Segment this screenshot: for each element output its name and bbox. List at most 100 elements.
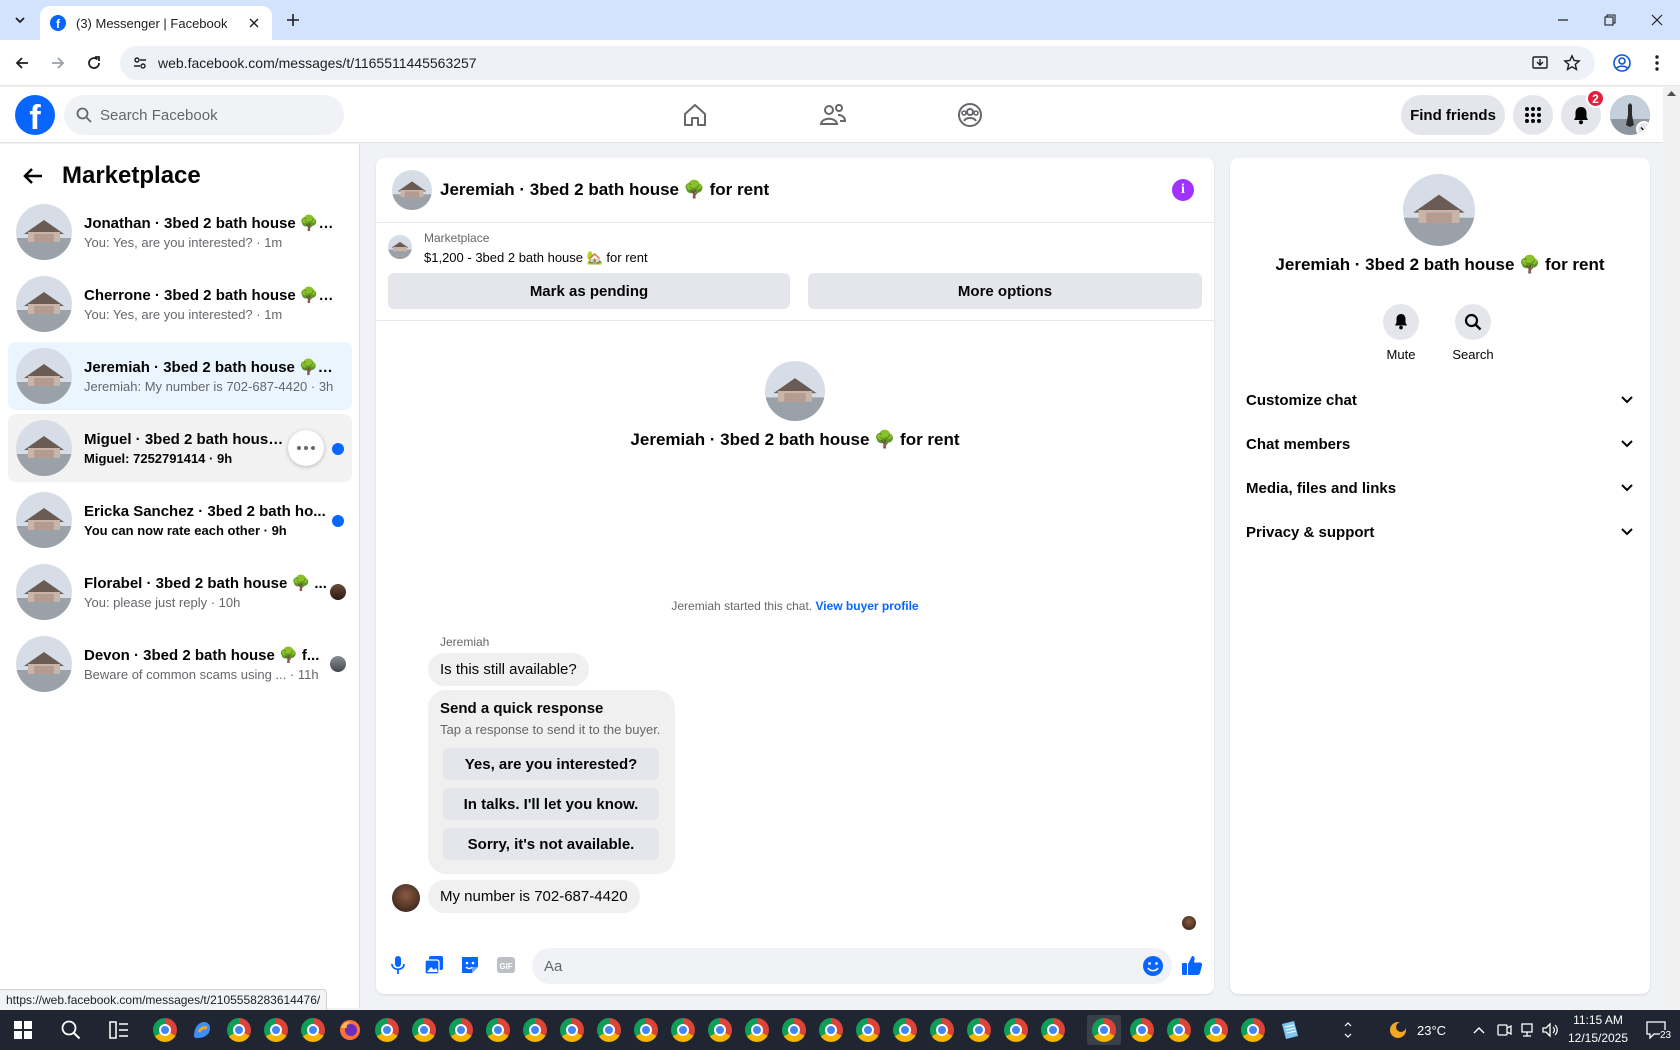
conversation-item-jonathan[interactable]: Jonathan · 3bed 2 bath house 🌳 f... You:… bbox=[8, 198, 352, 266]
taskbar-scroll-icon[interactable] bbox=[1341, 1015, 1355, 1045]
chrome-taskbar-icon[interactable] bbox=[1038, 1015, 1068, 1045]
chrome-taskbar-icon[interactable] bbox=[631, 1015, 661, 1045]
conversation-item-jeremiah[interactable]: Jeremiah · 3bed 2 bath house 🌳 f... Jere… bbox=[8, 342, 352, 410]
chrome-taskbar-icon[interactable] bbox=[520, 1015, 550, 1045]
browser-tab[interactable]: f (3) Messenger | Facebook bbox=[40, 6, 272, 40]
more-options-button[interactable]: More options bbox=[808, 273, 1202, 309]
chrome-taskbar-icon[interactable] bbox=[224, 1015, 254, 1045]
chrome-taskbar-icon[interactable] bbox=[853, 1015, 883, 1045]
weather-icon[interactable] bbox=[1383, 1015, 1413, 1045]
search-action[interactable]: Search bbox=[1433, 304, 1513, 362]
mark-as-pending-button[interactable]: Mark as pending bbox=[388, 273, 790, 309]
quick-reply-talks-button[interactable]: In talks. I'll let you know. bbox=[443, 788, 659, 820]
install-app-icon[interactable] bbox=[1529, 52, 1551, 74]
emoji-icon[interactable] bbox=[1142, 955, 1164, 977]
chat-title[interactable]: Jeremiah · 3bed 2 bath house 🌳 for rent bbox=[440, 180, 769, 200]
mute-action[interactable]: Mute bbox=[1361, 304, 1441, 362]
conversation-item-ericka[interactable]: Ericka Sanchez · 3bed 2 bath ho... You c… bbox=[8, 486, 352, 554]
view-buyer-profile-link[interactable]: View buyer profile bbox=[815, 599, 918, 613]
browser-menu-icon[interactable] bbox=[1645, 51, 1669, 75]
conversation-item-devon[interactable]: Devon · 3bed 2 bath house 🌳 f... Beware … bbox=[8, 630, 352, 698]
task-view-icon[interactable] bbox=[104, 1015, 134, 1045]
clock-time[interactable]: 11:15 AM bbox=[1568, 1013, 1628, 1027]
page-scrollbar[interactable] bbox=[1663, 87, 1680, 1008]
chrome-taskbar-icon[interactable] bbox=[816, 1015, 846, 1045]
tab-search-icon[interactable] bbox=[8, 8, 32, 32]
reload-icon[interactable] bbox=[82, 51, 106, 75]
notepad-taskbar-icon[interactable] bbox=[1275, 1015, 1305, 1045]
conversation-item-miguel[interactable]: Miguel · 3bed 2 bath house 🌳 f... Miguel… bbox=[8, 414, 352, 482]
thumbs-up-icon[interactable] bbox=[1180, 953, 1204, 977]
chrome-taskbar-icon[interactable] bbox=[742, 1015, 772, 1045]
chrome-taskbar-icon[interactable] bbox=[409, 1015, 439, 1045]
facebook-logo-icon[interactable]: f bbox=[15, 95, 55, 135]
bookmark-star-icon[interactable] bbox=[1561, 52, 1583, 74]
tab-close-icon[interactable] bbox=[246, 15, 262, 31]
message-input[interactable] bbox=[532, 948, 1172, 984]
customize-chat-section[interactable]: Customize chat bbox=[1246, 378, 1634, 422]
browser-profile-icon[interactable] bbox=[1610, 51, 1634, 75]
chrome-taskbar-icon[interactable] bbox=[483, 1015, 513, 1045]
search-icon[interactable] bbox=[1455, 304, 1491, 340]
gif-icon[interactable]: GIF bbox=[494, 953, 518, 977]
bell-icon[interactable] bbox=[1383, 304, 1419, 340]
back-arrow-icon[interactable] bbox=[20, 163, 46, 189]
conversation-item-cherrone[interactable]: Cherrone · 3bed 2 bath house 🌳 f... You:… bbox=[8, 270, 352, 338]
chrome-taskbar-icon[interactable] bbox=[1201, 1015, 1231, 1045]
chrome-taskbar-icon[interactable] bbox=[446, 1015, 476, 1045]
media-files-links-section[interactable]: Media, files and links bbox=[1246, 466, 1634, 510]
volume-icon[interactable] bbox=[1535, 1015, 1565, 1045]
chrome-taskbar-icon[interactable] bbox=[1127, 1015, 1157, 1045]
privacy-support-section[interactable]: Privacy & support bbox=[1246, 510, 1634, 554]
quick-reply-unavailable-button[interactable]: Sorry, it's not available. bbox=[443, 828, 659, 860]
chrome-taskbar-icon[interactable] bbox=[372, 1015, 402, 1045]
temperature-text[interactable]: 23°C bbox=[1417, 1023, 1446, 1038]
info-avatar[interactable] bbox=[1403, 174, 1475, 246]
sticker-icon[interactable] bbox=[458, 953, 482, 977]
window-close-icon[interactable] bbox=[1634, 0, 1680, 40]
conversation-item-florabel[interactable]: Florabel · 3bed 2 bath house 🌳 ... You: … bbox=[8, 558, 352, 626]
menu-grid-icon[interactable] bbox=[1513, 95, 1553, 135]
account-avatar[interactable] bbox=[1610, 95, 1650, 135]
listing-price[interactable]: $1,200 - 3bed 2 bath house 🏡 for rent bbox=[424, 250, 648, 266]
find-friends-button[interactable]: Find friends bbox=[1401, 95, 1505, 135]
copilot-taskbar-icon[interactable] bbox=[187, 1015, 217, 1045]
chrome-taskbar-icon[interactable] bbox=[594, 1015, 624, 1045]
minimize-icon[interactable] bbox=[1540, 0, 1586, 40]
sender-avatar[interactable] bbox=[392, 884, 420, 912]
more-options-icon[interactable] bbox=[288, 430, 324, 466]
chrome-taskbar-icon[interactable] bbox=[1238, 1015, 1268, 1045]
microphone-icon[interactable] bbox=[386, 953, 410, 977]
chat-avatar[interactable] bbox=[392, 170, 432, 210]
facebook-search-input[interactable] bbox=[100, 106, 320, 124]
windows-start-icon[interactable] bbox=[8, 1015, 38, 1045]
chrome-taskbar-icon[interactable] bbox=[150, 1015, 180, 1045]
home-nav-icon[interactable] bbox=[675, 95, 715, 135]
site-info-icon[interactable] bbox=[132, 55, 148, 71]
new-tab-icon[interactable] bbox=[281, 8, 305, 32]
chrome-taskbar-icon[interactable] bbox=[964, 1015, 994, 1045]
forward-arrow-icon[interactable] bbox=[46, 51, 70, 75]
attach-photo-icon[interactable] bbox=[422, 953, 446, 977]
restore-icon[interactable] bbox=[1587, 0, 1633, 40]
address-bar[interactable]: web.facebook.com/messages/t/116551144556… bbox=[120, 46, 1595, 80]
back-arrow-icon[interactable] bbox=[10, 51, 34, 75]
chrome-taskbar-icon[interactable] bbox=[557, 1015, 587, 1045]
chrome-taskbar-icon[interactable] bbox=[668, 1015, 698, 1045]
message-bubble[interactable]: Is this still available? bbox=[428, 653, 589, 686]
chrome-taskbar-icon[interactable] bbox=[1001, 1015, 1031, 1045]
chrome-taskbar-icon[interactable] bbox=[779, 1015, 809, 1045]
groups-nav-icon[interactable] bbox=[950, 95, 990, 135]
quick-reply-yes-button[interactable]: Yes, are you interested? bbox=[443, 748, 659, 780]
chrome-taskbar-icon-active[interactable] bbox=[1087, 1015, 1121, 1045]
chrome-taskbar-icon[interactable] bbox=[890, 1015, 920, 1045]
chrome-taskbar-icon[interactable] bbox=[298, 1015, 328, 1045]
info-icon[interactable]: i bbox=[1172, 179, 1194, 201]
chrome-taskbar-icon[interactable] bbox=[1164, 1015, 1194, 1045]
facebook-search-box[interactable] bbox=[64, 95, 344, 135]
chrome-taskbar-icon[interactable] bbox=[927, 1015, 957, 1045]
chat-members-section[interactable]: Chat members bbox=[1246, 422, 1634, 466]
friends-nav-icon[interactable] bbox=[813, 95, 853, 135]
message-bubble[interactable]: My number is 702-687-4420 bbox=[428, 880, 640, 913]
chrome-taskbar-icon[interactable] bbox=[261, 1015, 291, 1045]
